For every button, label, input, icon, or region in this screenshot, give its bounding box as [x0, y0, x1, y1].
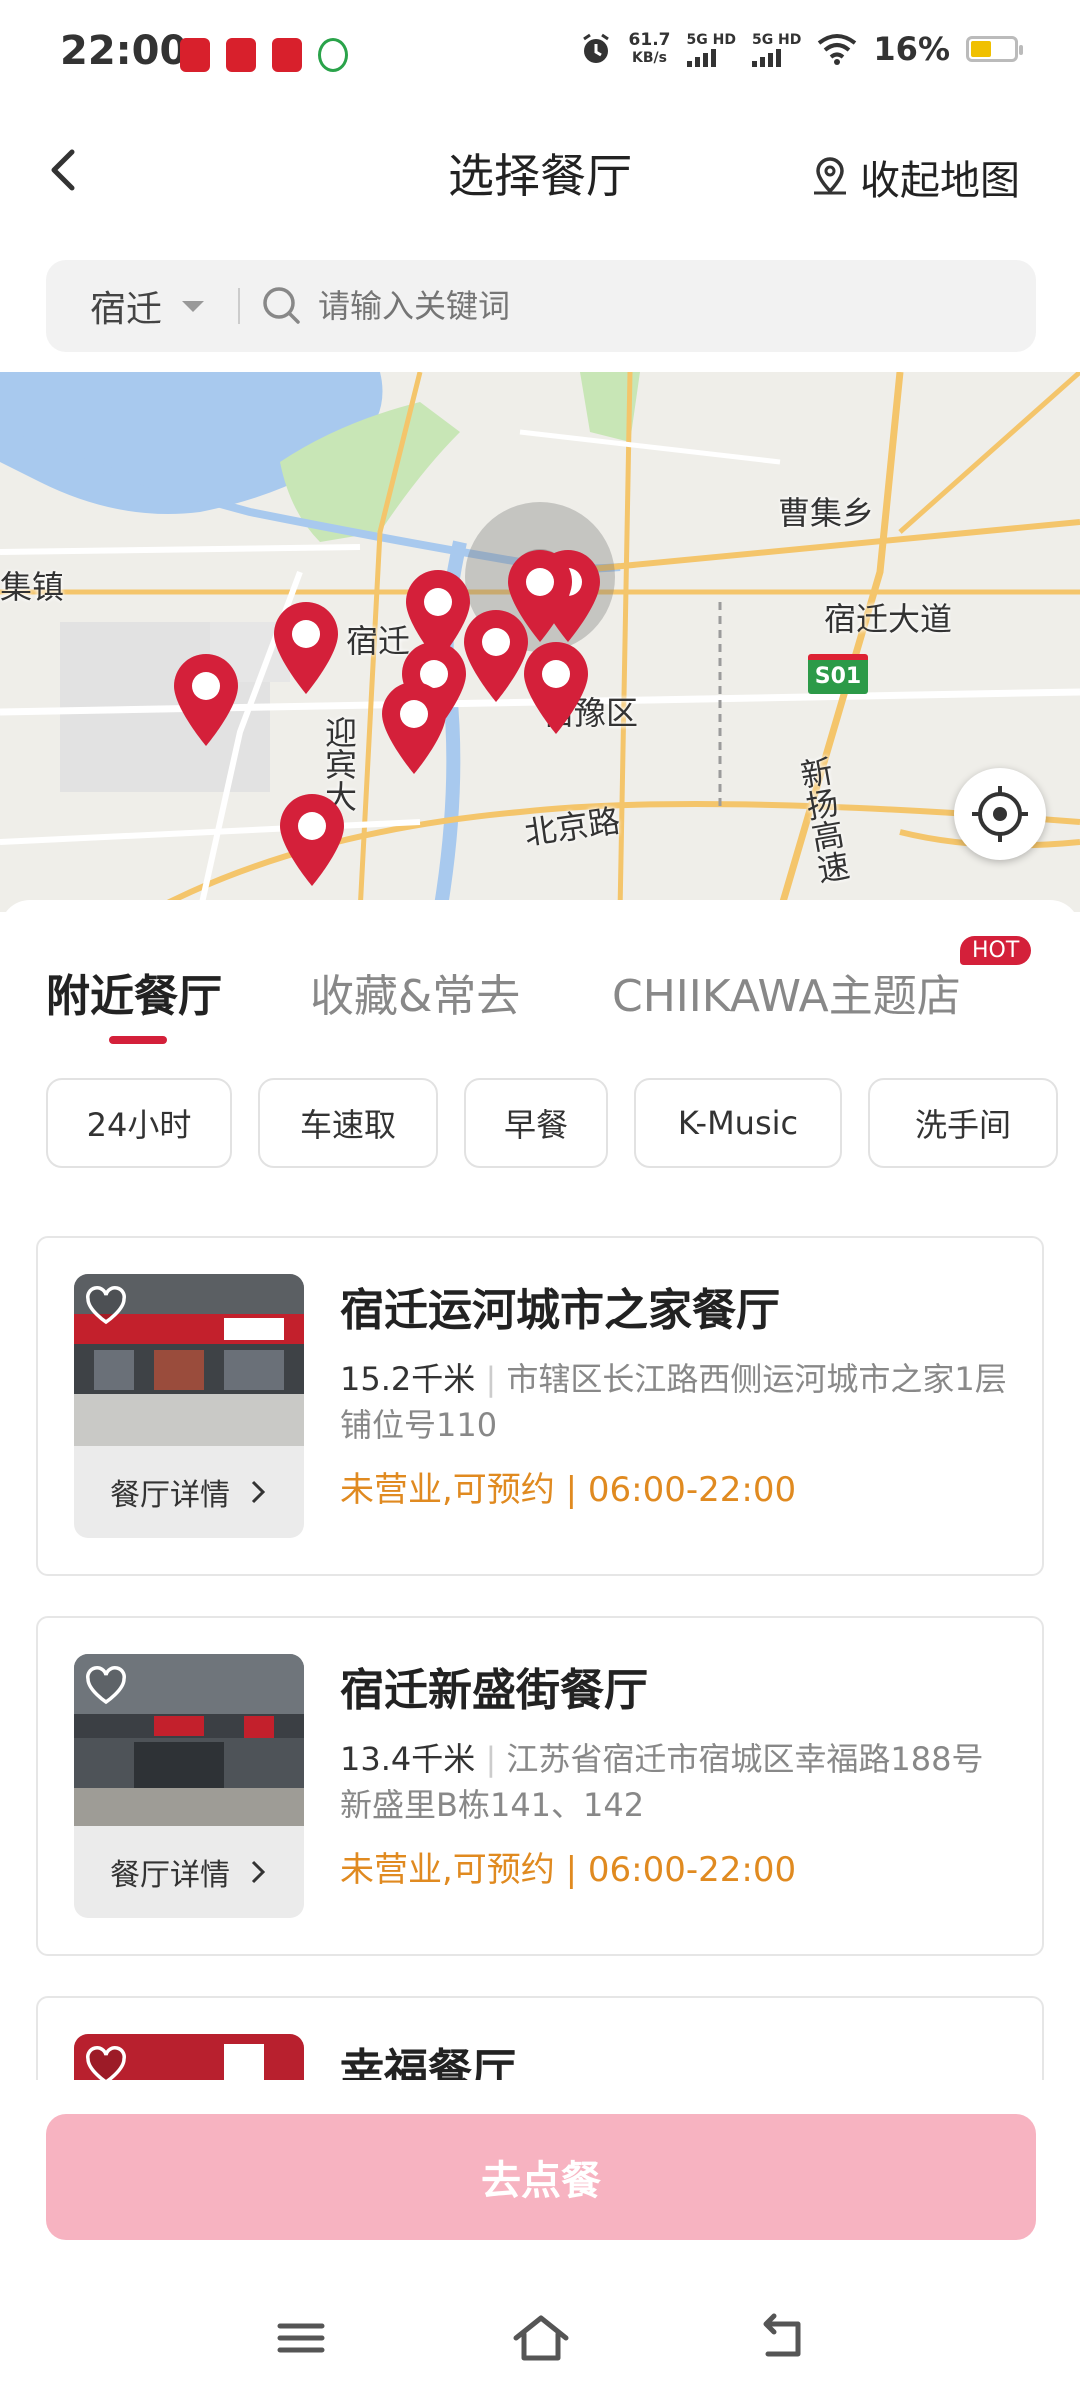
- locate-me-button[interactable]: [954, 768, 1046, 860]
- status-indicators: 61.7 KB/s 5G HD 5G HD 16%: [579, 30, 1023, 68]
- filter-chips: 24小时 车速取 早餐 K-Music 洗手间: [46, 1078, 1058, 1168]
- restaurant-pin-icon[interactable]: [270, 600, 342, 696]
- notification-icons: [180, 38, 348, 72]
- filter-chip[interactable]: 车速取: [258, 1078, 438, 1168]
- filter-chip[interactable]: K-Music: [634, 1078, 842, 1168]
- signal-bars-icon: [686, 49, 716, 67]
- restaurant-name: 宿迁新盛街餐厅: [340, 1665, 648, 1716]
- battery-percent: 16%: [873, 30, 950, 68]
- restaurant-info: 幸福餐厅: [340, 2034, 1012, 2080]
- caret-down-icon: [182, 300, 205, 312]
- search-icon: [263, 287, 300, 324]
- restaurant-status: 未营业,可预约 | 06:00-22:00: [340, 1470, 797, 1510]
- restaurant-name: 宿迁运河城市之家餐厅: [340, 1285, 780, 1336]
- signal-1: 5G HD: [686, 31, 736, 67]
- map-view[interactable]: 曹集乡 集镇 宿迁 宿迁大道 宿豫区 迎宾大 北京路 新扬高速 S01: [0, 372, 1080, 912]
- chevron-right-icon: [251, 1480, 266, 1504]
- header: 选择餐厅 收起地图: [0, 110, 1080, 240]
- restaurant-pin-icon[interactable]: [276, 792, 348, 888]
- favorite-heart-icon[interactable]: [84, 2046, 128, 2080]
- map-label-left-town: 集镇: [0, 568, 65, 606]
- search-input[interactable]: [318, 287, 919, 325]
- map-label-suqian-avenue: 宿迁大道: [824, 600, 953, 638]
- favorite-heart-icon[interactable]: [84, 1666, 128, 1706]
- tab-bar: 附近餐厅 收藏&常去 CHIIKAWA主题店: [46, 960, 1050, 1044]
- restaurant-name: 幸福餐厅: [340, 2045, 516, 2080]
- app-notification-icon: [180, 38, 210, 72]
- restaurant-distance: 15.2千米: [340, 1360, 476, 1398]
- filter-chip[interactable]: 早餐: [464, 1078, 608, 1168]
- tab-nearby[interactable]: 附近餐厅: [46, 960, 222, 1024]
- restaurant-card[interactable]: 餐厅详情 宿迁新盛街餐厅 13.4千米 | 江苏省宿迁市宿城区幸福路188号新盛…: [36, 1616, 1044, 1956]
- filter-chip[interactable]: 24小时: [46, 1078, 232, 1168]
- home-icon[interactable]: [506, 2308, 576, 2368]
- restaurant-info: 宿迁新盛街餐厅 13.4千米 | 江苏省宿迁市宿城区幸福路188号新盛里B栋14…: [340, 1654, 1012, 1891]
- restaurant-distance: 13.4千米: [340, 1740, 476, 1778]
- app-notification-icon: [272, 38, 302, 72]
- restaurant-thumbnail: [74, 2034, 304, 2080]
- alarm-icon: [582, 33, 609, 63]
- restaurant-thumbnail: 餐厅详情: [74, 1654, 304, 1918]
- tab-underline: [109, 1036, 167, 1044]
- battery-icon: [966, 36, 1023, 62]
- go-order-button[interactable]: 去点餐: [46, 2114, 1036, 2240]
- signal-2: 5G HD: [751, 31, 801, 67]
- restaurant-detail-label: 餐厅详情: [110, 1858, 230, 1893]
- restaurant-detail-label: 餐厅详情: [110, 1478, 230, 1513]
- menu-icon[interactable]: [266, 2308, 336, 2368]
- filter-chip[interactable]: 洗手间: [868, 1078, 1058, 1168]
- restaurant-detail-button[interactable]: 餐厅详情: [74, 1446, 304, 1538]
- restaurant-pin-icon[interactable]: [378, 680, 450, 776]
- road-badge-s01: S01: [808, 654, 868, 694]
- restaurant-card[interactable]: 餐厅详情 宿迁运河城市之家餐厅 15.2千米 | 市辖区长江路西侧运河城市之家1…: [36, 1236, 1044, 1576]
- taobao-notification-icon: [226, 38, 256, 72]
- favorite-heart-icon[interactable]: [84, 1286, 128, 1326]
- restaurant-address-line: 13.4千米 | 江苏省宿迁市宿城区幸福路188号新盛里B栋141、142: [340, 1740, 984, 1824]
- hot-badge: HOT: [960, 936, 1032, 965]
- collapse-map-label: 收起地图: [860, 158, 1020, 204]
- restaurant-address-line: 15.2千米 | 市辖区长江路西侧运河城市之家1层铺位号110: [340, 1360, 1007, 1444]
- restaurant-pin-icon[interactable]: [170, 652, 242, 748]
- divider: [238, 288, 241, 324]
- restaurant-info: 宿迁运河城市之家餐厅 15.2千米 | 市辖区长江路西侧运河城市之家1层铺位号1…: [340, 1274, 1012, 1511]
- restaurant-status: 未营业,可预约 | 06:00-22:00: [340, 1850, 797, 1890]
- restaurant-card[interactable]: 幸福餐厅: [36, 1996, 1044, 2080]
- back-nav-icon[interactable]: [746, 2308, 816, 2368]
- city-selector[interactable]: 宿迁: [90, 280, 205, 332]
- restaurant-thumbnail: 餐厅详情: [74, 1274, 304, 1538]
- map-pin-outline-icon: [814, 157, 846, 195]
- restaurant-pin-icon[interactable]: [504, 548, 576, 644]
- map-label-caoji: 曹集乡: [778, 494, 875, 532]
- search-bar: 宿迁: [46, 260, 1036, 352]
- status-time: 22:00: [60, 28, 188, 74]
- status-bar: 22:00 61.7 KB/s 5G HD 5G HD 16%: [0, 0, 1080, 110]
- system-nav-bar: [0, 2280, 1080, 2400]
- restaurant-pin-icon[interactable]: [520, 640, 592, 736]
- crosshair-icon: [972, 786, 1028, 842]
- carrier-notification-icon: [318, 38, 348, 72]
- restaurant-sheet: 附近餐厅 收藏&常去 CHIIKAWA主题店 HOT 24小时 车速取 早餐 K…: [0, 900, 1080, 2080]
- collapse-map-button[interactable]: 收起地图: [810, 148, 1020, 206]
- city-label: 宿迁: [90, 289, 163, 330]
- chevron-right-icon: [251, 1860, 266, 1884]
- tab-chiikawa[interactable]: CHIIKAWA主题店: [612, 960, 961, 1024]
- net-speed: 61.7 KB/s: [628, 30, 671, 66]
- tab-favorites[interactable]: 收藏&常去: [310, 960, 520, 1024]
- wifi-icon: [818, 34, 857, 65]
- signal-bars-icon: [751, 49, 781, 67]
- restaurant-detail-button[interactable]: 餐厅详情: [74, 1826, 304, 1918]
